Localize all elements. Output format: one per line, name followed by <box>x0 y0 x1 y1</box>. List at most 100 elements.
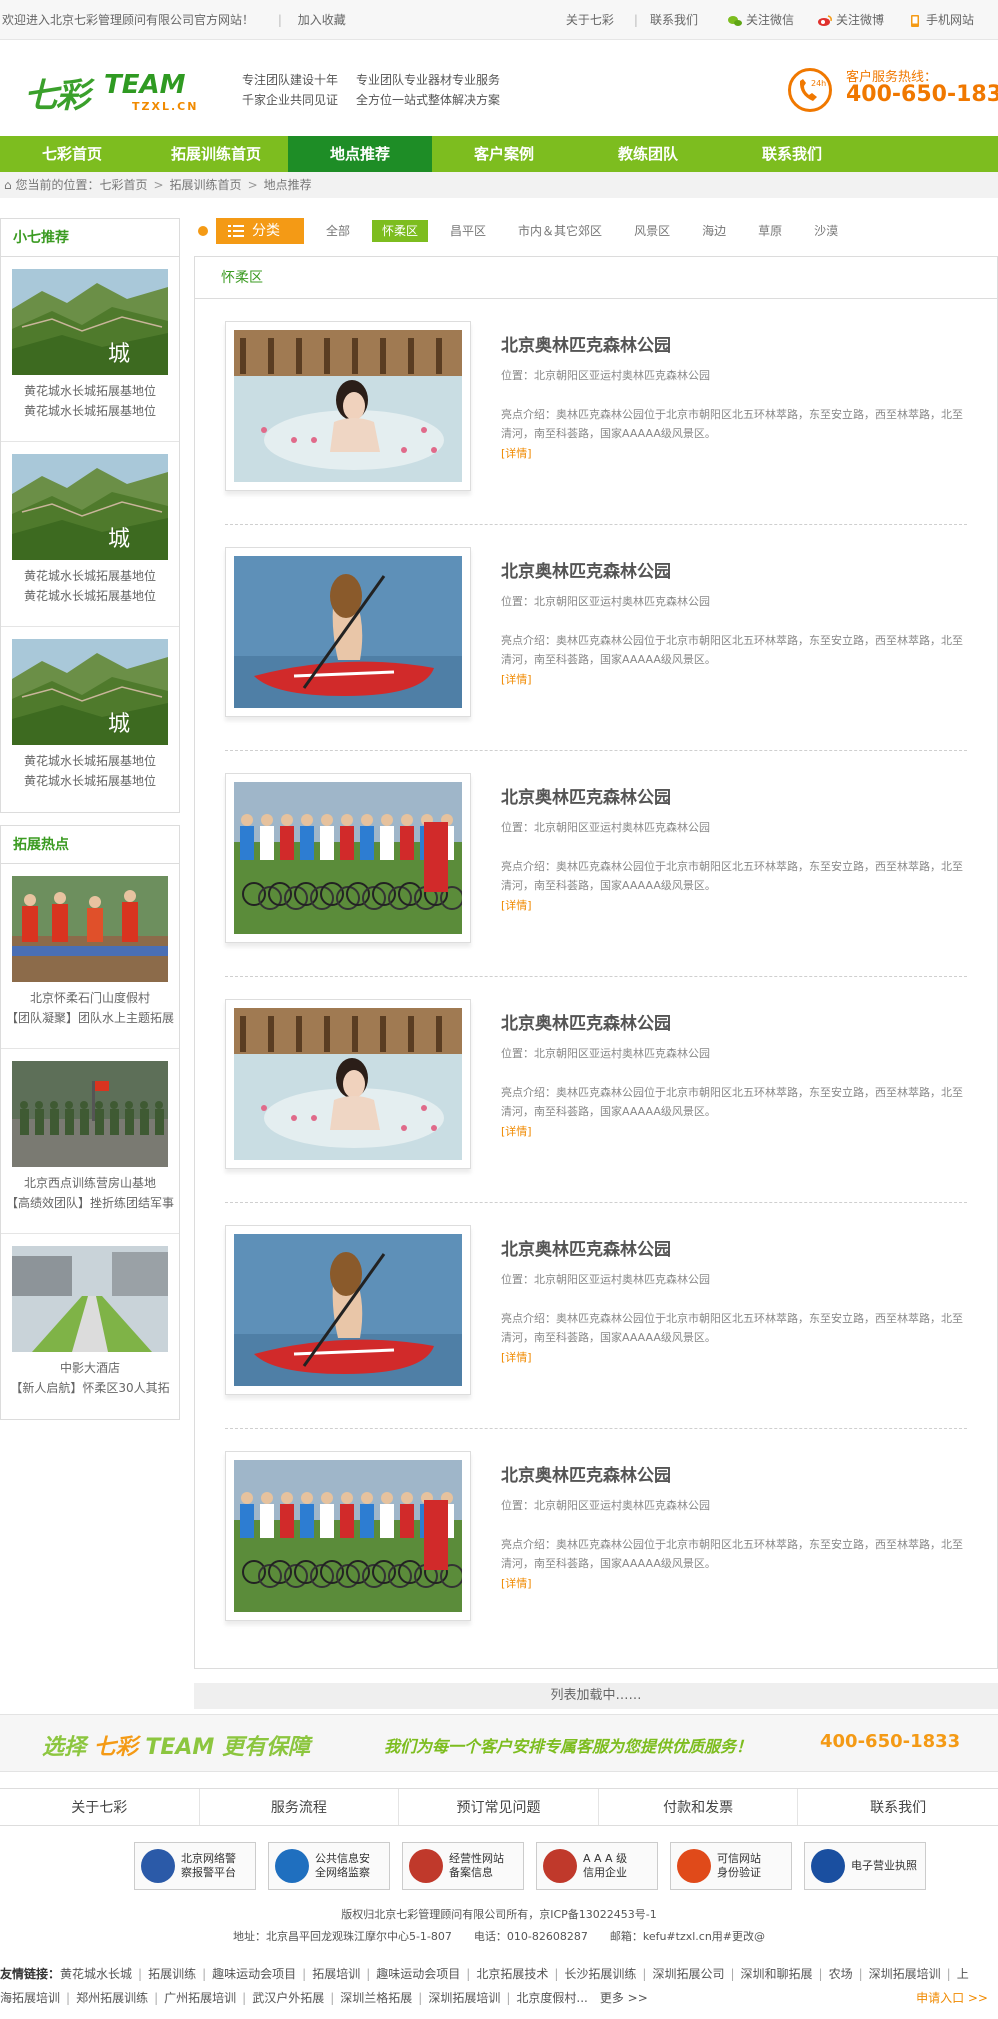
filter-option[interactable]: 昌平区 <box>440 220 496 242</box>
friend-link[interactable]: 长沙拓展训练 <box>564 1967 636 1981</box>
recommend-item[interactable]: 城 黄花城水长城拓展基地位 黄花城水长城拓展基地位 <box>1 627 179 812</box>
cert-badge[interactable]: 北京网络警 察报警平台 <box>134 1842 256 1890</box>
cert-badge[interactable]: 经营性网站 备案信息 <box>402 1842 524 1890</box>
details-link[interactable]: [详情] <box>501 1575 532 1591</box>
friend-link[interactable]: 拓展培训 <box>312 1967 360 1981</box>
recommend-line1[interactable]: 黄花城水长城拓展基地位 <box>1 751 179 771</box>
hot-item[interactable]: 中影大酒店 【新人启航】怀柔区30人其拓 <box>1 1234 179 1419</box>
nav-locations[interactable]: 地点推荐 <box>288 136 432 172</box>
friend-link[interactable]: 北京拓展技术 <box>476 1967 548 1981</box>
recommend-image[interactable]: 城 <box>12 269 168 375</box>
recommend-line2[interactable]: 黄花城水长城拓展基地位 <box>1 586 179 606</box>
friend-link[interactable]: 上 <box>957 1967 969 1981</box>
crumb-home[interactable]: 七彩首页 <box>99 178 147 192</box>
cert-badge[interactable]: A A A 级信用企业 <box>536 1842 658 1890</box>
mobile-link[interactable]: 手机网站 <box>908 11 986 28</box>
hot-line1[interactable]: 中影大酒店 <box>1 1358 179 1378</box>
filter-option[interactable]: 怀柔区 <box>372 220 429 242</box>
location-title[interactable]: 北京奥林匹克森林公园 <box>501 1235 671 1260</box>
badge-emblem-icon <box>677 1849 711 1883</box>
hot-item[interactable]: 北京西点训练营房山基地 【高绩效团队】挫折练团结军事 <box>1 1049 179 1234</box>
recommend-item[interactable]: 城 黄花城水长城拓展基地位 黄花城水长城拓展基地位 <box>1 442 179 627</box>
friend-link[interactable]: 深圳拓展培训 <box>869 1967 941 1981</box>
location-image[interactable] <box>225 547 471 717</box>
filter-option[interactable]: 草原 <box>748 220 792 242</box>
friend-link[interactable]: 广州拓展培训 <box>164 1991 236 2005</box>
contact-link[interactable]: 联系我们 <box>650 11 698 28</box>
nav-coaches[interactable]: 教练团队 <box>576 136 720 172</box>
location-title[interactable]: 北京奥林匹克森林公园 <box>501 331 671 356</box>
friend-link[interactable]: 趣味运动会项目 <box>376 1967 460 1981</box>
location-image[interactable] <box>225 1451 471 1621</box>
more-links[interactable]: 更多 >> <box>600 1991 648 2005</box>
wechat-link[interactable]: 关注微信 <box>727 11 806 28</box>
details-link[interactable]: [详情] <box>501 671 532 687</box>
friend-link[interactable]: 海拓展培训 <box>0 1991 60 2005</box>
details-link[interactable]: [详情] <box>501 1123 532 1139</box>
location-title[interactable]: 北京奥林匹克森林公园 <box>501 557 671 582</box>
footer-contact[interactable]: 联系我们 <box>798 1789 998 1825</box>
recommend-line1[interactable]: 黄花城水长城拓展基地位 <box>1 566 179 586</box>
friend-link[interactable]: 深圳兰格拓展 <box>340 1991 412 2005</box>
details-link[interactable]: [详情] <box>501 445 532 461</box>
footer-faq[interactable]: 预订常见问题 <box>399 1789 599 1825</box>
location-description: 亮点介绍：奥林匹克森林公园位于北京市朝阳区北五环林萃路，东至安立路，西至林萃路，… <box>501 1086 963 1118</box>
footer-invoice[interactable]: 付款和发票 <box>599 1789 799 1825</box>
recommend-image[interactable]: 城 <box>12 454 168 560</box>
filter-option[interactable]: 风景区 <box>624 220 680 242</box>
details-link[interactable]: [详情] <box>501 1349 532 1365</box>
filter-option[interactable]: 市内＆其它郊区 <box>508 220 612 242</box>
location-title[interactable]: 北京奥林匹克森林公园 <box>501 783 671 808</box>
filter-option[interactable]: 海边 <box>692 220 736 242</box>
location-title[interactable]: 北京奥林匹克森林公园 <box>501 1009 671 1034</box>
friend-link[interactable]: 武汉户外拓展 <box>252 1991 324 2005</box>
location-image[interactable] <box>225 321 471 491</box>
weibo-link[interactable]: 关注微博 <box>817 11 896 28</box>
footer-process[interactable]: 服务流程 <box>200 1789 400 1825</box>
hot-image[interactable] <box>12 876 168 982</box>
friend-link[interactable]: 黄花城水长城 <box>60 1967 132 1981</box>
hot-image[interactable] <box>12 1061 168 1167</box>
cert-badge[interactable]: 公共信息安 全网络监察 <box>268 1842 390 1890</box>
location-image[interactable] <box>225 999 471 1169</box>
friend-link[interactable]: 趣味运动会项目 <box>212 1967 296 1981</box>
hot-item[interactable]: 北京怀柔石门山度假村 【团队凝聚】团队水上主题拓展 <box>1 864 179 1049</box>
location-image[interactable] <box>225 1225 471 1395</box>
recommend-item[interactable]: 城 黄花城水长城拓展基地位 黄花城水长城拓展基地位 <box>1 257 179 442</box>
cert-badge[interactable]: 电子营业执照 <box>804 1842 926 1890</box>
friend-link[interactable]: 深圳拓展培训 <box>428 1991 500 2005</box>
crumb-training[interactable]: 拓展训练首页 <box>170 178 242 192</box>
location-image[interactable] <box>225 773 471 943</box>
bookmark-link[interactable]: 加入收藏 <box>298 13 346 27</box>
friend-link[interactable]: 深圳和聊拓展 <box>741 1967 813 1981</box>
filter-option[interactable]: 沙漠 <box>804 220 848 242</box>
nav-contact[interactable]: 联系我们 <box>720 136 864 172</box>
friend-link[interactable]: 郑州拓展训练 <box>76 1991 148 2005</box>
friend-link[interactable]: 北京度假村... <box>516 1991 587 2005</box>
friend-link[interactable]: 农场 <box>829 1967 853 1981</box>
hot-line2[interactable]: 【高绩效团队】挫折练团结军事 <box>1 1193 179 1213</box>
site-logo[interactable]: 七彩 TEAM TZXL.CN <box>24 68 214 116</box>
wechat-icon <box>727 15 742 26</box>
hot-line2[interactable]: 【新人启航】怀柔区30人其拓 <box>1 1378 179 1398</box>
nav-home[interactable]: 七彩首页 <box>0 136 144 172</box>
footer-about[interactable]: 关于七彩 <box>0 1789 200 1825</box>
apply-link[interactable]: 申请入口 >> <box>916 1986 988 2010</box>
recommend-image[interactable]: 城 <box>12 639 168 745</box>
recommend-line1[interactable]: 黄花城水长城拓展基地位 <box>1 381 179 401</box>
filter-option[interactable]: 全部 <box>316 220 360 242</box>
hot-image[interactable] <box>12 1246 168 1352</box>
nav-training-home[interactable]: 拓展训练首页 <box>144 136 288 172</box>
about-link[interactable]: 关于七彩 <box>566 11 614 28</box>
recommend-line2[interactable]: 黄花城水长城拓展基地位 <box>1 771 179 791</box>
cert-badge[interactable]: 可信网站 身份验证 <box>670 1842 792 1890</box>
friend-link[interactable]: 深圳拓展公司 <box>652 1967 724 1981</box>
hot-line2[interactable]: 【团队凝聚】团队水上主题拓展 <box>1 1008 179 1028</box>
location-title[interactable]: 北京奥林匹克森林公园 <box>501 1461 671 1486</box>
hot-line1[interactable]: 北京西点训练营房山基地 <box>1 1173 179 1193</box>
nav-cases[interactable]: 客户案例 <box>432 136 576 172</box>
recommend-line2[interactable]: 黄花城水长城拓展基地位 <box>1 401 179 421</box>
friend-link[interactable]: 拓展训练 <box>148 1967 196 1981</box>
hot-line1[interactable]: 北京怀柔石门山度假村 <box>1 988 179 1008</box>
details-link[interactable]: [详情] <box>501 897 532 913</box>
